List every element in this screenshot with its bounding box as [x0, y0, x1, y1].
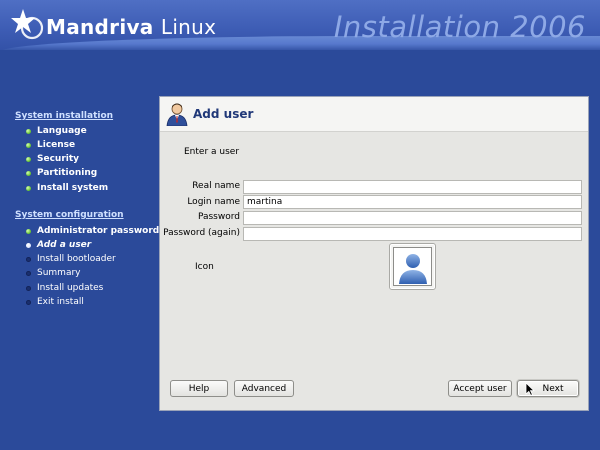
section-title-system-installation: System installation [15, 111, 114, 121]
step-language: Language [26, 125, 87, 137]
step-label: Administrator password [37, 226, 160, 236]
real-name-label: Real name [192, 181, 240, 191]
avatar-picker-button[interactable] [389, 243, 436, 290]
step-label: Language [37, 126, 87, 136]
next-label: Next [542, 383, 564, 394]
advanced-button[interactable]: Advanced [234, 380, 294, 397]
step-label: Install updates [37, 283, 104, 293]
step-label: Security [37, 154, 80, 164]
password-label: Password [197, 212, 240, 222]
panel-title: Add user [193, 107, 254, 121]
panel-header: Add user [160, 97, 588, 132]
mandriva-star-icon [11, 9, 44, 40]
pending-bullet-icon [26, 299, 31, 305]
mouse-cursor-icon [525, 382, 535, 396]
real-name-input[interactable] [243, 180, 582, 194]
step-exit-install: Exit install [26, 296, 84, 308]
brand-logo-text: Mandriva Linux [46, 15, 216, 39]
brand-suffix: Linux [160, 15, 217, 39]
step-label: Partitioning [37, 168, 98, 178]
login-name-label: Login name [187, 197, 240, 207]
done-bullet-icon [26, 185, 31, 191]
step-security: Security [26, 153, 79, 165]
password-again-input[interactable] [243, 227, 582, 241]
brand-name: Mandriva [46, 15, 154, 39]
pending-bullet-icon [26, 285, 31, 291]
step-install-bootloader: Install bootloader [26, 253, 116, 265]
done-bullet-icon [26, 128, 31, 134]
add-user-panel: Add user Enter a user Real name Login na… [159, 96, 589, 411]
done-bullet-icon [26, 228, 31, 234]
step-install-system: Install system [26, 182, 108, 194]
step-partitioning: Partitioning [26, 167, 97, 179]
accept-user-button[interactable]: Accept user [448, 380, 512, 397]
pending-bullet-icon [26, 256, 31, 262]
login-name-input[interactable] [243, 195, 582, 209]
top-banner: Mandriva Linux Installation 2006 [0, 0, 600, 50]
avatar [393, 247, 432, 286]
installation-title: Installation 2006 [333, 10, 586, 44]
step-administrator-password: Administrator password [26, 225, 159, 237]
done-bullet-icon [26, 142, 31, 148]
step-add-a-user: Add a user [26, 239, 91, 251]
step-summary: Summary [26, 267, 81, 279]
help-button[interactable]: Help [170, 380, 228, 397]
pending-bullet-icon [26, 270, 31, 276]
step-label: License [37, 140, 76, 150]
step-label: Summary [37, 268, 81, 278]
current-bullet-icon [26, 242, 31, 248]
step-label: Install system [37, 183, 109, 193]
user-silhouette-icon [398, 253, 427, 284]
password-input[interactable] [243, 211, 582, 225]
step-install-updates: Install updates [26, 282, 103, 294]
step-label: Add a user [37, 240, 92, 250]
done-bullet-icon [26, 170, 31, 176]
step-label: Install bootloader [37, 254, 116, 264]
user-icon [166, 103, 188, 126]
section-title-system-configuration: System configuration [15, 210, 124, 220]
step-license: License [26, 139, 75, 151]
done-bullet-icon [26, 156, 31, 162]
password-again-label: Password (again) [163, 228, 240, 238]
icon-label: Icon [195, 262, 214, 272]
step-label: Exit install [37, 297, 84, 307]
panel-subtitle: Enter a user [184, 147, 240, 157]
